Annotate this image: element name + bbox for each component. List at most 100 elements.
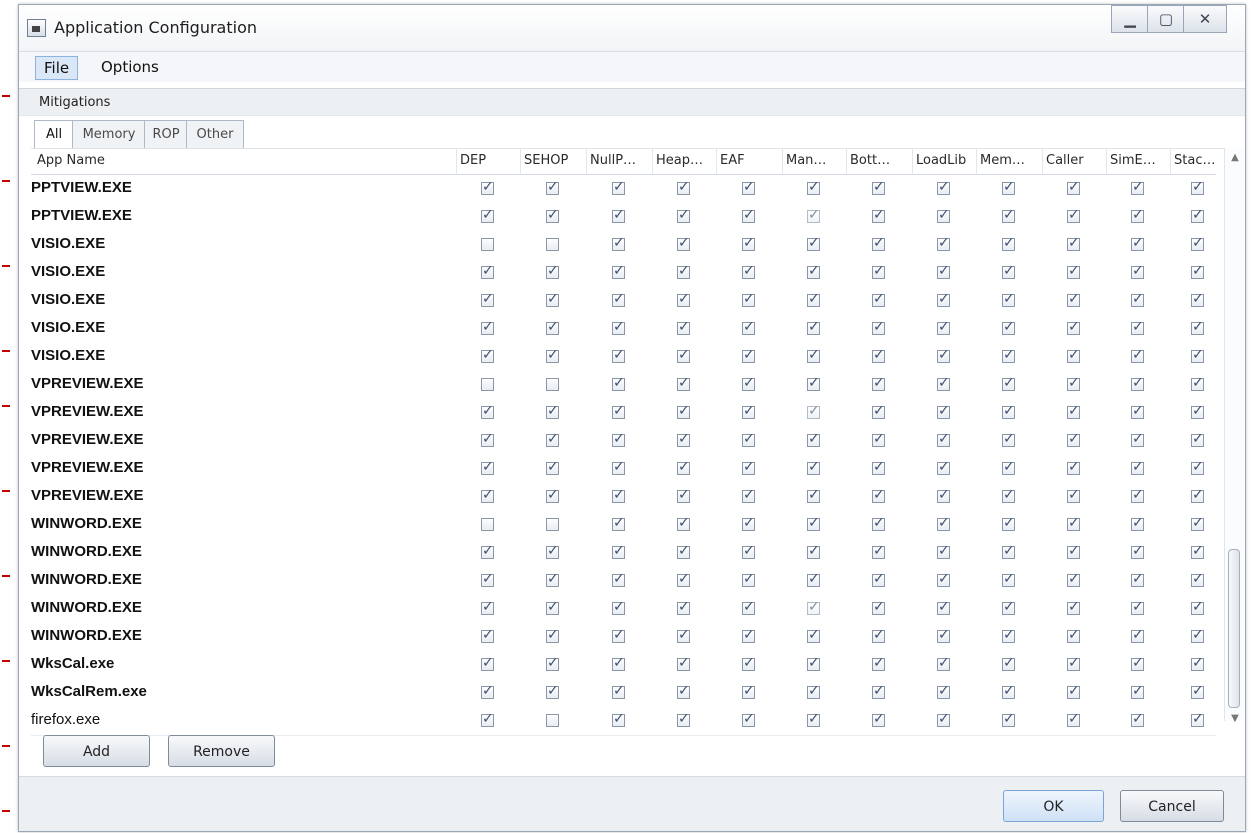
mitigation-checkbox[interactable] (1067, 263, 1080, 279)
mitigation-checkbox[interactable] (677, 599, 690, 615)
mitigation-checkbox[interactable] (481, 403, 494, 419)
mitigation-checkbox[interactable] (1067, 235, 1080, 251)
mitigation-checkbox[interactable] (612, 683, 625, 699)
mitigation-checkbox[interactable] (546, 319, 559, 335)
mitigation-checkbox[interactable] (1002, 543, 1015, 559)
mitigation-checkbox[interactable] (481, 459, 494, 475)
mitigation-checkbox[interactable] (677, 235, 690, 251)
mitigation-checkbox[interactable] (481, 291, 494, 307)
mitigation-checkbox[interactable] (872, 655, 885, 671)
mitigation-checkbox[interactable] (677, 627, 690, 643)
menu-options[interactable]: Options (93, 56, 167, 78)
mitigation-checkbox[interactable] (937, 599, 950, 615)
table-row[interactable]: VPREVIEW.EXE (31, 371, 1216, 400)
mitigation-checkbox[interactable] (1131, 487, 1144, 503)
mitigation-checkbox[interactable] (742, 515, 755, 531)
mitigation-checkbox[interactable] (677, 179, 690, 195)
mitigation-checkbox[interactable] (807, 459, 820, 475)
tab-other[interactable]: Other (186, 120, 244, 148)
mitigation-checkbox[interactable] (807, 235, 820, 251)
mitigation-checkbox[interactable] (1067, 207, 1080, 223)
mitigation-checkbox[interactable] (1067, 179, 1080, 195)
mitigation-checkbox[interactable] (742, 291, 755, 307)
mitigation-checkbox[interactable] (872, 235, 885, 251)
mitigation-checkbox[interactable] (677, 207, 690, 223)
mitigation-checkbox[interactable] (546, 683, 559, 699)
mitigation-checkbox[interactable] (1002, 347, 1015, 363)
mitigation-checkbox[interactable] (1191, 459, 1204, 475)
mitigation-checkbox[interactable] (1131, 179, 1144, 195)
column-header-7[interactable]: Bott… (850, 153, 890, 168)
mitigation-checkbox[interactable] (872, 599, 885, 615)
mitigation-checkbox[interactable] (1067, 543, 1080, 559)
mitigation-checkbox[interactable] (742, 319, 755, 335)
mitigation-checkbox[interactable] (872, 403, 885, 419)
mitigation-checkbox[interactable] (612, 459, 625, 475)
mitigation-checkbox[interactable] (872, 179, 885, 195)
mitigation-checkbox[interactable] (1002, 319, 1015, 335)
mitigation-checkbox[interactable] (1131, 431, 1144, 447)
mitigation-checkbox[interactable] (612, 543, 625, 559)
mitigation-checkbox[interactable] (481, 571, 494, 587)
mitigation-checkbox[interactable] (1067, 627, 1080, 643)
mitigation-checkbox[interactable] (481, 378, 494, 391)
mitigation-checkbox[interactable] (1191, 207, 1204, 223)
mitigation-checkbox[interactable] (807, 375, 820, 391)
mitigation-checkbox[interactable] (1067, 515, 1080, 531)
mitigation-checkbox[interactable] (1191, 319, 1204, 335)
mitigation-checkbox[interactable] (1131, 291, 1144, 307)
mitigation-checkbox[interactable] (1131, 711, 1144, 727)
mitigation-checkbox[interactable] (1067, 291, 1080, 307)
menu-file[interactable]: File (35, 56, 79, 80)
mitigation-checkbox[interactable] (937, 683, 950, 699)
mitigation-checkbox[interactable] (546, 599, 559, 615)
mitigation-checkbox[interactable] (677, 459, 690, 475)
mitigation-checkbox[interactable] (1131, 263, 1144, 279)
mitigation-checkbox[interactable] (546, 655, 559, 671)
mitigation-checkbox[interactable] (481, 431, 494, 447)
mitigation-checkbox[interactable] (807, 571, 820, 587)
mitigation-checkbox[interactable] (742, 627, 755, 643)
mitigation-checkbox[interactable] (1131, 571, 1144, 587)
mitigation-checkbox[interactable] (677, 543, 690, 559)
mitigation-checkbox[interactable] (1191, 571, 1204, 587)
vertical-scrollbar[interactable]: ▲ ▼ (1224, 148, 1245, 724)
mitigation-checkbox[interactable] (937, 459, 950, 475)
mitigation-checkbox[interactable] (546, 291, 559, 307)
mitigation-checkbox[interactable] (937, 431, 950, 447)
mitigation-checkbox[interactable] (612, 571, 625, 587)
tab-all[interactable]: All (34, 120, 74, 149)
mitigation-checkbox[interactable] (937, 179, 950, 195)
mitigation-checkbox[interactable] (1002, 655, 1015, 671)
mitigation-checkbox[interactable] (546, 263, 559, 279)
column-header-12[interactable]: Stac… (1174, 153, 1215, 168)
mitigation-checkbox[interactable] (612, 403, 625, 419)
mitigation-checkbox[interactable] (481, 543, 494, 559)
mitigation-checkbox[interactable] (937, 319, 950, 335)
mitigation-checkbox[interactable] (937, 487, 950, 503)
mitigation-checkbox[interactable] (742, 487, 755, 503)
mitigation-checkbox[interactable] (546, 179, 559, 195)
table-row[interactable]: VISIO.EXE (31, 259, 1216, 288)
mitigation-checkbox[interactable] (546, 543, 559, 559)
mitigation-checkbox[interactable] (1191, 599, 1204, 615)
mitigation-checkbox[interactable] (677, 291, 690, 307)
mitigation-checkbox[interactable] (872, 319, 885, 335)
mitigation-checkbox[interactable] (872, 487, 885, 503)
mitigation-checkbox[interactable] (1131, 207, 1144, 223)
mitigation-checkbox[interactable] (1067, 487, 1080, 503)
table-row[interactable]: VISIO.EXE (31, 231, 1216, 260)
mitigation-checkbox[interactable] (612, 235, 625, 251)
table-row[interactable]: WINWORD.EXE (31, 511, 1216, 540)
mitigation-checkbox[interactable] (481, 263, 494, 279)
mitigation-checkbox[interactable] (612, 431, 625, 447)
mitigation-checkbox[interactable] (937, 627, 950, 643)
mitigation-checkbox[interactable] (546, 207, 559, 223)
mitigation-checkbox[interactable] (1067, 375, 1080, 391)
tab-memory[interactable]: Memory (72, 120, 146, 148)
mitigation-checkbox[interactable] (872, 291, 885, 307)
mitigation-checkbox[interactable] (1002, 627, 1015, 643)
table-row[interactable]: WINWORD.EXE (31, 567, 1216, 596)
mitigation-checkbox[interactable] (742, 599, 755, 615)
mitigation-checkbox[interactable] (481, 683, 494, 699)
